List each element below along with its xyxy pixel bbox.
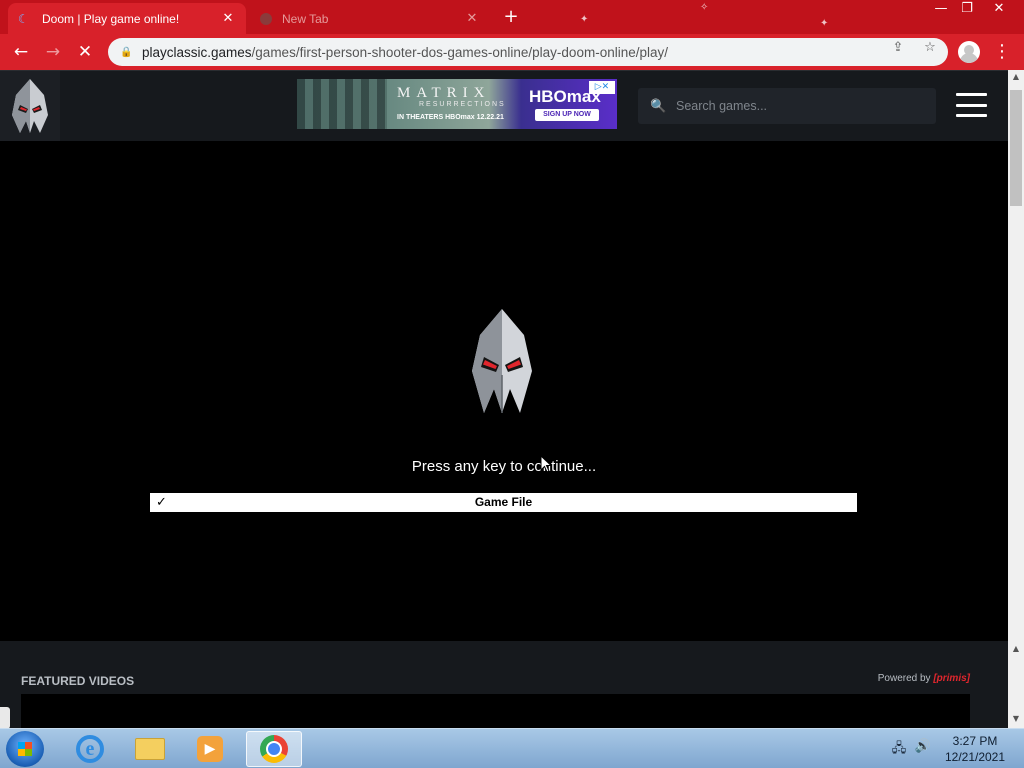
ad-signup-button[interactable]: SIGN UP NOW <box>535 109 599 121</box>
snowflake-decoration: ✧ <box>700 2 709 13</box>
start-button[interactable] <box>6 731 44 767</box>
url-text[interactable]: playclassic.games/games/first-person-sho… <box>142 45 668 60</box>
scroll-down-arrow-icon[interactable]: ▼ <box>1008 712 1024 726</box>
restore-button[interactable]: ❐ <box>952 0 982 20</box>
media-player-icon: ▶ <box>197 736 223 762</box>
game-file-label: Game File <box>474 495 533 509</box>
system-clock[interactable]: 3:27 PM 12/21/2021 <box>940 733 1010 765</box>
tab-close-icon[interactable]: ✕ <box>464 11 480 27</box>
ad-release-date: IN THEATERS HBOmax 12.22.21 <box>397 114 504 121</box>
mouse-cursor-icon <box>540 455 552 473</box>
network-icon[interactable]: 🖧 <box>890 739 908 757</box>
clock-time: 3:27 PM <box>952 734 998 748</box>
browser-menu-icon[interactable]: ⋮ <box>992 39 1012 65</box>
site-favicon-icon: ☾ <box>18 11 29 26</box>
ad-title: MATRIX <box>397 85 491 101</box>
forward-arrow-icon[interactable]: → <box>40 39 66 65</box>
powered-by-text: Powered by <box>877 673 931 684</box>
featured-videos-section: FEATURED VIDEOS Powered by [primis] <box>0 641 1008 728</box>
banner-ad[interactable]: MATRIX RESURRECTIONS IN THEATERS HBOmax … <box>297 79 617 129</box>
ad-choices-icon[interactable]: ▷✕ <box>589 81 615 94</box>
game-canvas[interactable]: Press any key to continue... ✓ Game File <box>0 141 1008 641</box>
ad-subtitle: RESURRECTIONS <box>419 101 506 108</box>
clock-date: 12/21/2021 <box>944 750 1006 764</box>
search-icon: 🔍 <box>650 98 667 114</box>
web-page: MATRIX RESURRECTIONS IN THEATERS HBOmax … <box>0 70 1008 728</box>
snowflake-decoration: ✦ <box>820 18 829 29</box>
taskbar-windows-explorer[interactable] <box>122 731 178 767</box>
tab-title: Doom | Play game online! <box>42 11 180 26</box>
powered-by-label: Powered by [primis] <box>878 673 970 684</box>
share-icon[interactable]: ⇪ <box>890 40 906 56</box>
browser-toolbar: ← → ✕ 🔒 playclassic.games/games/first-pe… <box>0 34 1024 70</box>
new-tab-favicon-icon <box>260 12 272 25</box>
tab-close-icon[interactable]: ✕ <box>220 11 236 27</box>
close-window-button[interactable]: ✕ <box>984 0 1014 20</box>
lock-icon: 🔒 <box>120 46 133 58</box>
provider-logo[interactable]: [primis] <box>933 673 970 684</box>
scrollbar-thumb[interactable] <box>1010 90 1022 206</box>
taskbar-media-player[interactable]: ▶ <box>182 731 238 767</box>
internet-explorer-icon: e <box>76 735 104 763</box>
scroll-up-arrow-icon[interactable]: ▲ <box>1008 642 1024 656</box>
profile-avatar-icon[interactable] <box>958 41 980 63</box>
game-file-progress-bar: ✓ Game File <box>150 493 857 512</box>
site-logo[interactable] <box>0 71 60 142</box>
back-arrow-icon[interactable]: ← <box>8 39 34 65</box>
site-header: MATRIX RESURRECTIONS IN THEATERS HBOmax … <box>0 70 1008 142</box>
hamburger-menu-icon[interactable] <box>956 93 987 117</box>
tab-title: New Tab <box>282 11 329 26</box>
video-player[interactable] <box>21 694 970 728</box>
url-path: /games/first-person-shooter-dos-games-on… <box>251 44 668 60</box>
volume-icon[interactable]: 🔊 <box>914 739 932 757</box>
snowflake-decoration: ✦ <box>580 14 589 25</box>
new-tab-button[interactable]: + <box>500 6 522 28</box>
taskbar-google-chrome[interactable] <box>246 731 302 767</box>
search-input[interactable] <box>676 99 916 113</box>
side-feedback-tab[interactable] <box>0 707 10 728</box>
windows-taskbar: e ▶ 🖧 🔊 3:27 PM 12/21/2021 <box>0 728 1024 768</box>
bookmark-star-icon[interactable]: ☆ <box>922 40 938 56</box>
spartan-helmet-icon <box>12 79 48 133</box>
press-any-key-prompt: Press any key to continue... <box>411 458 597 475</box>
folder-icon <box>135 738 165 760</box>
game-search-box[interactable]: 🔍 <box>638 88 936 124</box>
featured-videos-title: FEATURED VIDEOS <box>21 674 135 688</box>
url-domain: playclassic.games <box>142 44 252 60</box>
tab-doom[interactable]: ☾ Doom | Play game online! ✕ <box>8 3 246 34</box>
taskbar-internet-explorer[interactable]: e <box>62 731 118 767</box>
browser-titlebar: ✦ ✦ ✧ ✦ ☾ Doom | Play game online! ✕ New… <box>0 0 1024 34</box>
ad-image <box>297 79 387 129</box>
scroll-up-arrow-icon[interactable]: ▲ <box>1008 70 1024 84</box>
stop-loading-icon[interactable]: ✕ <box>72 39 98 65</box>
chrome-icon <box>260 735 288 763</box>
address-bar[interactable]: 🔒 playclassic.games/games/first-person-s… <box>108 38 948 66</box>
spartan-helmet-icon <box>472 309 532 413</box>
tab-new-tab[interactable]: New Tab ✕ <box>250 3 490 34</box>
page-scrollbar[interactable]: ▲ ▲ ▼ <box>1008 70 1024 728</box>
